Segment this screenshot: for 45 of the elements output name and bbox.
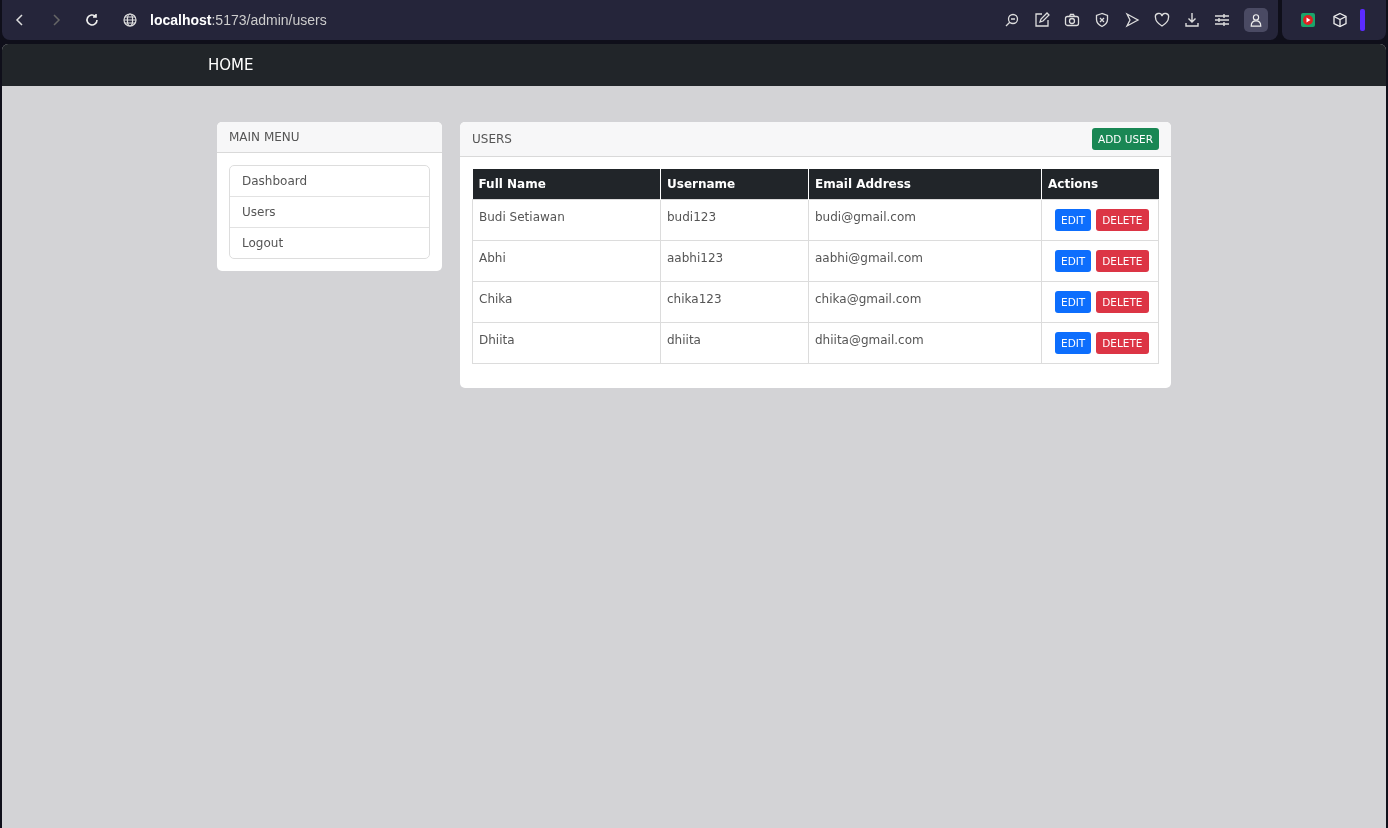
download-icon[interactable] [1184, 12, 1200, 28]
delete-button[interactable]: DELETE [1096, 250, 1149, 272]
column-header: Full Name [472, 169, 661, 200]
play-icon[interactable] [1300, 12, 1316, 28]
table-cell: Dhiita [472, 322, 661, 364]
table-cell: Chika [472, 281, 661, 323]
zoom-icon[interactable] [1004, 12, 1020, 28]
table-cell: budi123 [660, 199, 809, 241]
column-header: Email Address [808, 169, 1042, 200]
delete-button[interactable]: DELETE [1096, 332, 1149, 354]
delete-button[interactable]: DELETE [1096, 209, 1149, 231]
table-cell: dhiita@gmail.com [808, 322, 1042, 364]
cube-icon[interactable] [1332, 12, 1348, 28]
menu-title: MAIN MENU [229, 130, 300, 144]
home-link[interactable]: HOME [208, 56, 254, 74]
edit-button[interactable]: EDIT [1055, 250, 1092, 272]
table-cell: Budi Setiawan [472, 199, 661, 241]
camera-icon[interactable] [1064, 12, 1080, 28]
table-cell: aabhi123 [660, 240, 809, 282]
menu-item[interactable]: Logout [230, 227, 429, 258]
menu-item[interactable]: Users [230, 196, 429, 227]
column-header: Username [660, 169, 809, 200]
add-user-button[interactable]: ADD USER [1092, 128, 1159, 150]
reload-icon[interactable] [84, 12, 100, 28]
panel-title: USERS [472, 132, 512, 146]
profile-icon[interactable] [1244, 8, 1268, 32]
table-cell: chika123 [660, 281, 809, 323]
menu-item[interactable]: Dashboard [230, 166, 429, 196]
delete-button[interactable]: DELETE [1096, 291, 1149, 313]
address-bar[interactable]: localhost:5173/admin/users [150, 12, 327, 28]
heart-icon[interactable] [1154, 12, 1170, 28]
table-cell: chika@gmail.com [808, 281, 1042, 323]
edit-button[interactable]: EDIT [1055, 332, 1092, 354]
column-header: Actions [1041, 169, 1159, 200]
table-cell: dhiita [660, 322, 809, 364]
send-icon[interactable] [1124, 12, 1140, 28]
sliders-icon[interactable] [1214, 12, 1230, 28]
table-cell: aabhi@gmail.com [808, 240, 1042, 282]
edit-button[interactable]: EDIT [1055, 291, 1092, 313]
globe-icon [122, 12, 138, 28]
shield-icon[interactable] [1094, 12, 1110, 28]
table-cell: Abhi [472, 240, 661, 282]
edit-icon[interactable] [1034, 12, 1050, 28]
table-cell: budi@gmail.com [808, 199, 1042, 241]
edit-button[interactable]: EDIT [1055, 209, 1092, 231]
